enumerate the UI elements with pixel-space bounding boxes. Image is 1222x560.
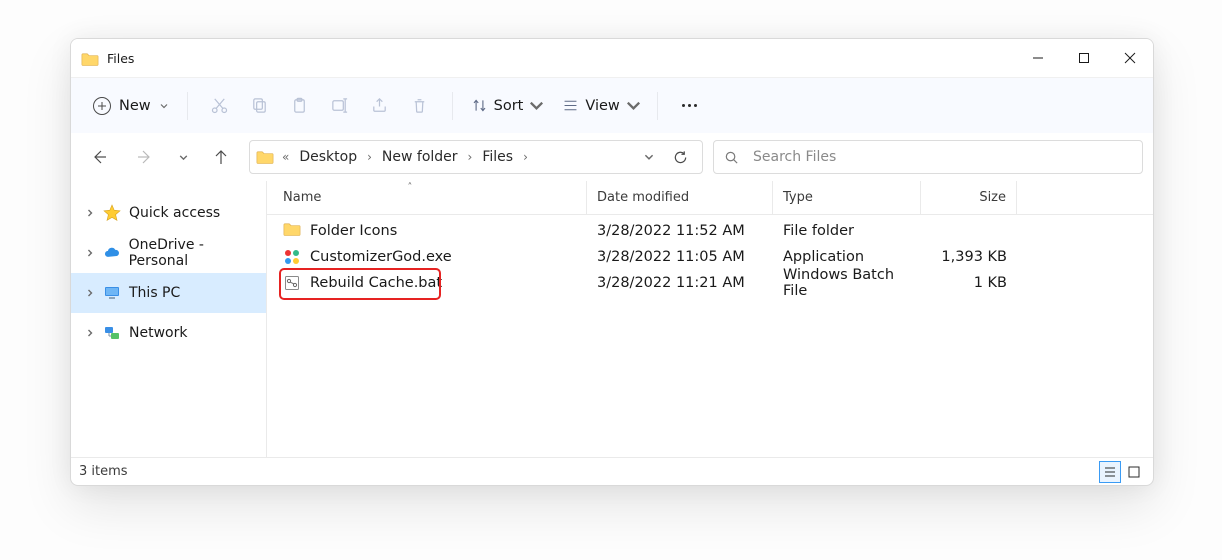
batch-file-icon (283, 274, 301, 292)
file-date: 3/28/2022 11:21 AM (587, 275, 773, 291)
item-count: 3 items (79, 464, 128, 479)
chevron-right-icon: › (519, 150, 532, 164)
file-size: 1,393 KB (921, 249, 1017, 265)
maximize-button[interactable] (1061, 39, 1107, 77)
view-button[interactable]: View (548, 86, 644, 126)
window-title: Files (107, 51, 134, 66)
nav-row: « Desktop › New folder › Files › (71, 133, 1153, 181)
chevron-down-icon (527, 96, 546, 115)
plus-circle-icon (93, 97, 111, 115)
breadcrumb-item[interactable]: Desktop (297, 149, 359, 165)
sort-label: Sort (494, 98, 524, 114)
file-type: Windows Batch File (773, 267, 921, 299)
file-type: Application (773, 249, 921, 265)
sidebar-item-label: OneDrive - Personal (129, 237, 266, 269)
large-icons-view-button[interactable] (1123, 461, 1145, 483)
breadcrumb-folder-icon (256, 150, 274, 164)
folder-icon (283, 222, 301, 240)
close-button[interactable] (1107, 39, 1153, 77)
file-date: 3/28/2022 11:52 AM (587, 223, 773, 239)
sidebar-item-network[interactable]: Network (71, 313, 266, 353)
toolbar-separator (452, 92, 453, 120)
rename-button[interactable] (320, 86, 360, 126)
recent-locations-button[interactable] (173, 139, 193, 175)
toolbar: New Sort View (71, 77, 1153, 133)
column-header-type[interactable]: Type (773, 181, 921, 214)
forward-button[interactable] (127, 139, 163, 175)
file-name: Rebuild Cache.bat (310, 275, 442, 291)
chevron-right-icon: › (363, 150, 376, 164)
chevron-right-icon (85, 328, 95, 338)
cut-button[interactable] (200, 86, 240, 126)
sidebar-item-label: This PC (129, 285, 180, 301)
window-folder-icon (81, 51, 99, 65)
details-view-button[interactable] (1099, 461, 1121, 483)
body: Quick access OneDrive - Personal This PC… (71, 181, 1153, 457)
sidebar-item-quick-access[interactable]: Quick access (71, 193, 266, 233)
toolbar-separator (187, 92, 188, 120)
chevron-right-icon (85, 248, 95, 258)
breadcrumb-item[interactable]: Files (480, 149, 515, 165)
file-row-highlighted[interactable]: Rebuild Cache.bat 3/28/2022 11:21 AM Win… (267, 270, 1153, 296)
more-button[interactable] (670, 86, 710, 126)
new-button[interactable]: New (91, 88, 175, 124)
network-icon (103, 324, 121, 342)
search-icon (724, 150, 739, 165)
sidebar-item-label: Network (129, 325, 187, 341)
status-bar: 3 items (71, 457, 1153, 485)
sort-button[interactable]: Sort (465, 86, 549, 126)
chevron-down-icon (624, 96, 643, 115)
chevron-right-icon: › (464, 150, 477, 164)
file-type: File folder (773, 223, 921, 239)
explorer-window: Files New Sort View (70, 38, 1154, 486)
file-name: Folder Icons (310, 223, 397, 239)
chevron-down-icon (159, 101, 169, 111)
address-bar[interactable]: « Desktop › New folder › Files › (249, 140, 703, 174)
file-date: 3/28/2022 11:05 AM (587, 249, 773, 265)
file-size: 1 KB (921, 275, 1017, 291)
chevron-right-icon (85, 208, 95, 218)
refresh-icon[interactable] (673, 150, 688, 165)
title-bar: Files (71, 39, 1153, 77)
delete-button[interactable] (400, 86, 440, 126)
file-list: Folder Icons 3/28/2022 11:52 AM File fol… (267, 215, 1153, 457)
monitor-icon (103, 284, 121, 302)
column-header-date[interactable]: Date modified (587, 181, 773, 214)
paste-button[interactable] (280, 86, 320, 126)
back-button[interactable] (81, 139, 117, 175)
breadcrumb-item[interactable]: New folder (380, 149, 460, 165)
sidebar-item-label: Quick access (129, 205, 220, 221)
copy-button[interactable] (240, 86, 280, 126)
cloud-icon (103, 244, 121, 262)
column-headers: ˄ Name Date modified Type Size (267, 181, 1153, 215)
sidebar-item-onedrive[interactable]: OneDrive - Personal (71, 233, 266, 273)
chevron-right-icon (85, 288, 95, 298)
share-button[interactable] (360, 86, 400, 126)
toolbar-separator (657, 92, 658, 120)
exe-icon (283, 248, 301, 266)
content-pane: ˄ Name Date modified Type Size Folder Ic… (267, 181, 1153, 457)
up-button[interactable] (203, 139, 239, 175)
new-button-label: New (119, 98, 151, 114)
breadcrumb-prefix: « (278, 150, 293, 164)
address-dropdown-icon[interactable] (643, 151, 655, 163)
view-label: View (585, 98, 619, 114)
search-box[interactable] (713, 140, 1143, 174)
sort-indicator-icon: ˄ (407, 182, 412, 193)
column-header-size[interactable]: Size (921, 181, 1017, 214)
search-input[interactable] (751, 148, 1132, 166)
file-name: CustomizerGod.exe (310, 249, 452, 265)
file-row[interactable]: Folder Icons 3/28/2022 11:52 AM File fol… (267, 218, 1153, 244)
minimize-button[interactable] (1015, 39, 1061, 77)
file-row[interactable]: CustomizerGod.exe 3/28/2022 11:05 AM App… (267, 244, 1153, 270)
navigation-pane: Quick access OneDrive - Personal This PC… (71, 181, 267, 457)
sidebar-item-this-pc[interactable]: This PC (71, 273, 266, 313)
column-header-name[interactable]: ˄ Name (267, 181, 587, 214)
star-icon (103, 204, 121, 222)
